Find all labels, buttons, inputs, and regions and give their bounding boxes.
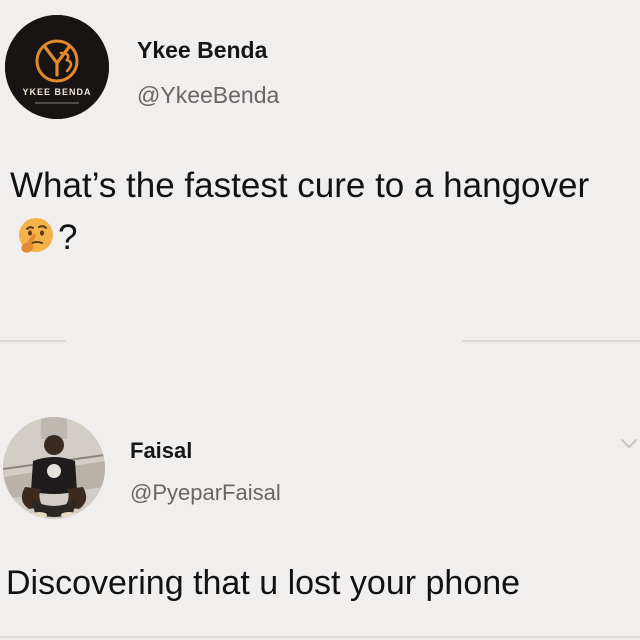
ykee-benda-logo: YKEE BENDA <box>5 15 109 119</box>
tweet-text: What’s the fastest cure to a hangover ? <box>10 160 630 264</box>
avatar[interactable]: YKEE BENDA <box>5 15 109 119</box>
tweet-text-main: What’s the fastest cure to a hangover <box>10 166 590 205</box>
tweet-ykee-benda[interactable]: YKEE BENDA Ykee Benda @YkeeBenda What’s … <box>0 0 640 330</box>
avatar[interactable] <box>3 417 105 519</box>
divider <box>0 340 66 342</box>
profile-photo <box>3 417 105 519</box>
divider <box>462 340 640 342</box>
thinking-face-icon <box>16 216 56 256</box>
tweet-text-punctuation: ? <box>58 218 78 257</box>
author-name[interactable]: Ykee Benda <box>137 37 267 64</box>
author-handle[interactable]: @PyeparFaisal <box>130 480 281 506</box>
avatar-wordmark: YKEE BENDA <box>22 87 91 97</box>
author-name[interactable]: Faisal <box>130 438 192 464</box>
divider <box>0 636 640 638</box>
chevron-down-icon[interactable] <box>618 432 640 454</box>
author-handle[interactable]: @YkeeBenda <box>137 82 279 109</box>
tweet-faisal[interactable]: Faisal @PyeparFaisal Discovering that u … <box>0 395 640 640</box>
tweet-text: Discovering that u lost your phone <box>6 564 521 602</box>
